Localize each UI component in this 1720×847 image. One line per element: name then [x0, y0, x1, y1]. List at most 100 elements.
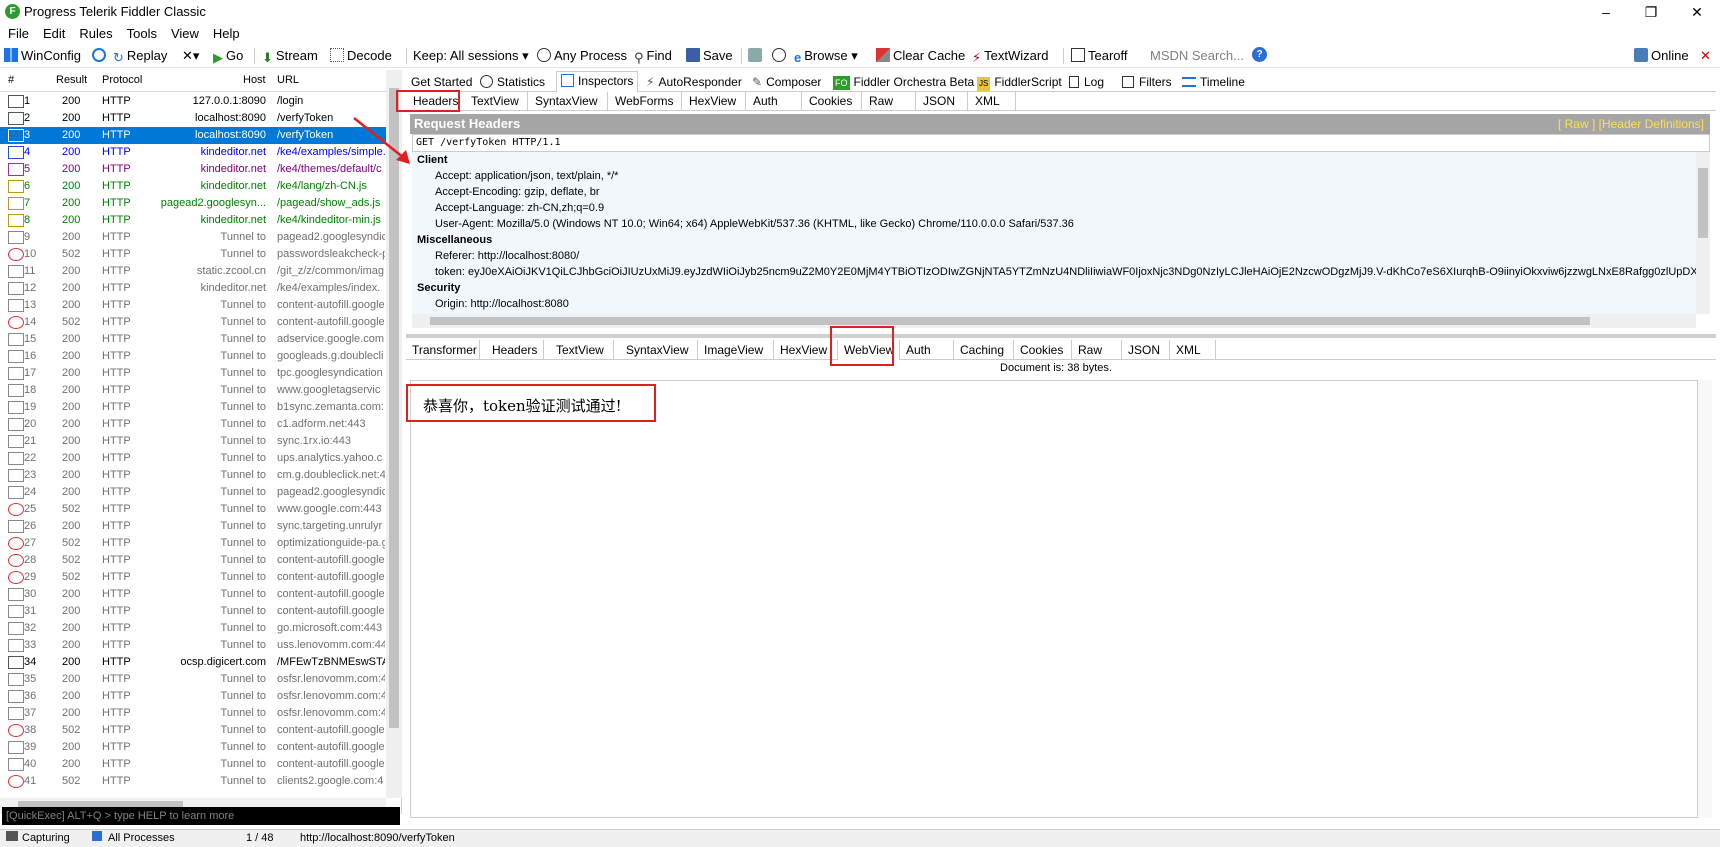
resp-tab-json[interactable]: JSON — [1122, 340, 1170, 360]
session-row[interactable]: 29 502 HTTP Tunnel to content-autofill.googl… — [0, 569, 386, 586]
session-row[interactable]: 16 200 HTTP Tunnel to googleads.g.doublecli — [0, 348, 386, 365]
tab-statistics[interactable]: Statistics — [480, 73, 545, 92]
col-host[interactable]: Host — [243, 74, 266, 86]
header-accept-encoding[interactable]: Accept-Encoding: gzip, deflate, br — [435, 186, 599, 198]
save-button[interactable]: Save — [686, 47, 733, 65]
headers-vertical-scrollbar[interactable] — [1696, 152, 1710, 314]
security-section-title[interactable]: Security — [417, 282, 460, 294]
session-row[interactable]: 31 200 HTTP Tunnel to content-autofill.googl… — [0, 603, 386, 620]
keep-sessions-dropdown[interactable]: Keep: All sessions ▾ — [413, 47, 529, 65]
find-button[interactable]: ⚲ Find — [634, 47, 672, 65]
process-filter[interactable]: All Processes — [92, 830, 175, 847]
resp-tab-imageview[interactable]: ImageView — [698, 340, 774, 360]
resp-tab-auth[interactable]: Auth — [900, 340, 954, 360]
header-token[interactable]: token: eyJ0eXAiOiJKV1QiLCJhbGciOiJIUzUxM… — [435, 266, 1696, 278]
session-row[interactable]: 1 200 HTTP 127.0.0.1:8090/login — [0, 93, 386, 110]
comment-button[interactable] — [92, 47, 109, 65]
help-icon[interactable]: ? — [1252, 47, 1267, 62]
headers-horizontal-scrollbar[interactable] — [412, 314, 1696, 328]
timer-button[interactable] — [772, 47, 789, 65]
pane-splitter[interactable] — [406, 334, 1716, 338]
req-tab-json[interactable]: JSON — [916, 92, 968, 111]
tearoff-button[interactable]: Tearoff — [1071, 47, 1128, 65]
menu-tools[interactable]: Tools — [127, 24, 157, 44]
col-result[interactable]: Result — [56, 74, 87, 86]
quickexec-input[interactable]: [QuickExec] ALT+Q > type HELP to learn m… — [2, 807, 400, 825]
decode-button[interactable]: Decode — [330, 47, 392, 65]
resp-tab-transformer[interactable]: Transformer — [406, 340, 480, 360]
session-row[interactable]: 9 200 HTTP Tunnel to pagead2.googlesyndic — [0, 229, 386, 246]
webview-pane[interactable]: 恭喜你，token验证测试通过! — [410, 380, 1698, 818]
session-row[interactable]: 26 200 HTTP Tunnel to sync.targeting.unrulyr — [0, 518, 386, 535]
resp-tab-hexview[interactable]: HexView — [774, 340, 838, 360]
session-row[interactable]: 35 200 HTTP Tunnel to osfsr.lenovomm.com:4 — [0, 671, 386, 688]
req-tab-raw[interactable]: Raw — [862, 92, 916, 111]
clear-cache-button[interactable]: Clear Cache — [876, 47, 965, 65]
session-row[interactable]: 15 200 HTTP Tunnel to adservice.google.com — [0, 331, 386, 348]
session-row[interactable]: 27 502 HTTP Tunnel to optimizationguide-pa.g — [0, 535, 386, 552]
session-row[interactable]: 23 200 HTTP Tunnel to cm.g.doubleclick.net:4 — [0, 467, 386, 484]
webview-scrollbar[interactable] — [1698, 380, 1712, 818]
session-row[interactable]: 5 200 HTTP kindeditor.net/ke4/themes/defaul… — [0, 161, 386, 178]
screenshot-button[interactable] — [748, 47, 765, 65]
session-row[interactable]: 14 502 HTTP Tunnel to content-autofill.googl… — [0, 314, 386, 331]
session-row[interactable]: 38 502 HTTP Tunnel to content-autofill.googl… — [0, 722, 386, 739]
close-toolbar-icon[interactable]: ✕ — [1700, 47, 1711, 65]
session-row[interactable]: 30 200 HTTP Tunnel to content-autofill.googl… — [0, 586, 386, 603]
minimize-button[interactable]: – — [1583, 0, 1629, 24]
any-process-button[interactable]: Any Process — [537, 47, 627, 65]
resp-tab-raw[interactable]: Raw — [1072, 340, 1122, 360]
textwizard-button[interactable]: ⚡ TextWizard — [972, 47, 1048, 65]
req-tab-webforms[interactable]: WebForms — [608, 92, 682, 111]
sessions-vertical-scrollbar[interactable] — [386, 70, 402, 798]
tab-log[interactable]: Log — [1069, 73, 1104, 92]
session-row[interactable]: 8 200 HTTP kindeditor.net/ke4/kindeditor-mi… — [0, 212, 386, 229]
tab-inspectors[interactable]: Inspectors — [556, 71, 639, 93]
winconfig-button[interactable]: WinConfig — [4, 47, 81, 65]
session-row[interactable]: 10 502 HTTP Tunnel to passwordsleakcheck-p — [0, 246, 386, 263]
session-row[interactable]: 12 200 HTTP kindeditor.net/ke4/examples/ind… — [0, 280, 386, 297]
online-indicator[interactable]: Online — [1634, 47, 1689, 65]
header-referer[interactable]: Referer: http://localhost:8080/ — [435, 250, 579, 262]
session-row[interactable]: 17 200 HTTP Tunnel to tpc.googlesyndication — [0, 365, 386, 382]
session-row[interactable]: 34 200 HTTP ocsp.digicert.com/MFEwTzBNMEswS… — [0, 654, 386, 671]
menu-edit[interactable]: Edit — [43, 24, 65, 44]
session-row[interactable]: 32 200 HTTP Tunnel to go.microsoft.com:443 — [0, 620, 386, 637]
menu-rules[interactable]: Rules — [79, 24, 112, 44]
menu-help[interactable]: Help — [213, 24, 240, 44]
session-row[interactable]: 21 200 HTTP Tunnel to sync.1rx.io:443 — [0, 433, 386, 450]
session-row[interactable]: 25 502 HTTP Tunnel to www.google.com:443 — [0, 501, 386, 518]
req-tab-xml[interactable]: XML — [968, 92, 1016, 111]
tab-fiddlerscript[interactable]: JS FiddlerScript — [977, 73, 1062, 92]
session-row[interactable]: 7 200 HTTP pagead2.googlesyn... /pagead/show… — [0, 195, 386, 212]
tab-filters[interactable]: Filters — [1122, 73, 1172, 92]
session-row[interactable]: 11 200 HTTP static.zcool.cn/git_z/z/common/… — [0, 263, 386, 280]
session-row[interactable]: 40 200 HTTP Tunnel to content-autofill.googl… — [0, 756, 386, 773]
req-tab-textview[interactable]: TextView — [464, 92, 528, 111]
session-row[interactable]: 36 200 HTTP Tunnel to osfsr.lenovomm.com:4 — [0, 688, 386, 705]
header-origin[interactable]: Origin: http://localhost:8080 — [435, 298, 569, 310]
browse-button[interactable]: e Browse ▾ — [794, 47, 858, 65]
header-accept[interactable]: Accept: application/json, text/plain, */… — [435, 170, 618, 182]
resp-tab-caching[interactable]: Caching — [954, 340, 1014, 360]
stream-button[interactable]: ⬇ Stream — [262, 47, 318, 65]
req-tab-cookies[interactable]: Cookies — [802, 92, 862, 111]
maximize-button[interactable]: ❐ — [1628, 0, 1674, 24]
session-row[interactable]: 2 200 HTTP localhost:8090/verfyToken — [0, 110, 386, 127]
session-row[interactable]: 22 200 HTTP Tunnel to ups.analytics.yahoo.c — [0, 450, 386, 467]
go-button[interactable]: ▶ Go — [213, 47, 243, 65]
header-user-agent[interactable]: User-Agent: Mozilla/5.0 (Windows NT 10.0… — [435, 218, 1074, 230]
col-url[interactable]: URL — [277, 74, 299, 86]
session-row[interactable]: 6 200 HTTP kindeditor.net/ke4/lang/zh-CN.js — [0, 178, 386, 195]
resp-tab-syntaxview[interactable]: SyntaxView — [620, 340, 698, 360]
menu-view[interactable]: View — [171, 24, 199, 44]
session-row[interactable]: 19 200 HTTP Tunnel to b1sync.zemanta.com: — [0, 399, 386, 416]
header-accept-language[interactable]: Accept-Language: zh-CN,zh;q=0.9 — [435, 202, 604, 214]
req-tab-auth[interactable]: Auth — [746, 92, 802, 111]
header-links[interactable]: [ Raw ] [Header Definitions] — [1558, 114, 1704, 134]
session-row[interactable]: 33 200 HTTP Tunnel to uss.lenovomm.com:44 — [0, 637, 386, 654]
menu-file[interactable]: File — [8, 24, 29, 44]
req-tab-syntaxview[interactable]: SyntaxView — [528, 92, 608, 111]
session-row[interactable]: 18 200 HTTP Tunnel to www.googletagservic — [0, 382, 386, 399]
session-row[interactable]: 39 200 HTTP Tunnel to content-autofill.googl… — [0, 739, 386, 756]
